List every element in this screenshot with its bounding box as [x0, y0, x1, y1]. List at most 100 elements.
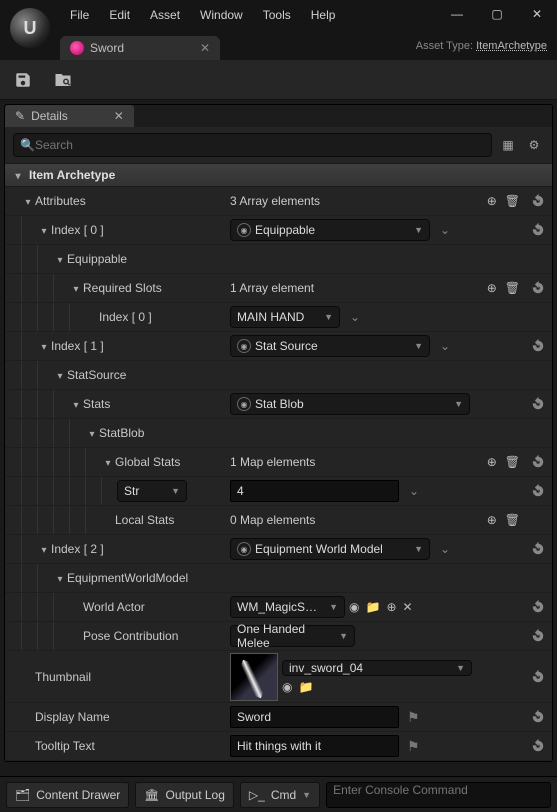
details-panel: ✎ Details ✕ 🔍 ▦ ⚙ Item Archetype Attribu… [4, 104, 553, 762]
stat-value-field[interactable] [230, 480, 399, 502]
class-icon: ◉ [237, 397, 251, 411]
caret-icon[interactable] [85, 426, 99, 440]
unreal-logo[interactable]: U [10, 8, 50, 48]
caret-icon[interactable] [53, 368, 67, 382]
menu-edit[interactable]: Edit [99, 8, 140, 22]
add-element-icon[interactable]: ⊕ [487, 281, 497, 295]
output-log-button[interactable]: 🏛 Output Log [135, 782, 234, 808]
reset-button[interactable] [524, 194, 552, 208]
maximize-button[interactable]: ▢ [477, 0, 517, 28]
chevron-down-icon[interactable]: ⌄ [409, 484, 419, 498]
local-stats-label: Local Stats [115, 513, 174, 527]
close-button[interactable]: ✕ [517, 0, 557, 28]
chevron-down-icon: ▼ [414, 341, 423, 351]
world-actor-dropdown[interactable]: WM_MagicSword ▼ [230, 596, 345, 618]
reset-button[interactable] [524, 629, 552, 643]
stat-key-dropdown[interactable]: Str ▼ [117, 480, 187, 502]
chevron-down-icon[interactable]: ⌄ [350, 310, 360, 324]
reset-button[interactable] [524, 223, 552, 237]
display-name-field[interactable] [230, 706, 399, 728]
thumbnail-image[interactable] [230, 653, 278, 701]
caret-icon[interactable] [69, 397, 83, 411]
stats-dropdown[interactable]: ◉ Stat Blob ▼ [230, 393, 470, 415]
caret-icon[interactable] [69, 281, 83, 295]
add-icon[interactable]: ⊕ [386, 600, 396, 614]
browse-button[interactable] [48, 65, 78, 95]
menu-file[interactable]: File [60, 8, 99, 22]
menu-window[interactable]: Window [190, 8, 253, 22]
add-element-icon[interactable]: ⊕ [487, 513, 497, 527]
browse-to-icon[interactable]: 📁 [365, 600, 380, 614]
caret-icon[interactable] [37, 339, 51, 353]
caret-icon[interactable] [53, 571, 67, 585]
caret-icon[interactable] [101, 455, 115, 469]
thumbnail-asset-dropdown[interactable]: inv_sword_04 ▼ [282, 660, 472, 676]
caret-icon[interactable] [21, 194, 35, 208]
minimize-button[interactable]: — [437, 0, 477, 28]
chevron-down-icon[interactable]: ⌄ [440, 223, 450, 237]
menu-help[interactable]: Help [301, 8, 346, 22]
content-drawer-button[interactable]: 🗂 Content Drawer [6, 782, 129, 808]
class-icon: ◉ [237, 339, 251, 353]
add-element-icon[interactable]: ⊕ [487, 455, 497, 469]
menu-tools[interactable]: Tools [253, 8, 301, 22]
browse-to-icon[interactable]: 📁 [298, 680, 313, 694]
reset-button[interactable] [524, 339, 552, 353]
menu-asset[interactable]: Asset [140, 8, 190, 22]
console-input-wrapper[interactable] [326, 782, 551, 808]
chevron-down-icon[interactable]: ⌄ [440, 542, 450, 556]
caret-icon[interactable] [37, 223, 51, 237]
clear-icon[interactable]: ✕ [403, 600, 413, 614]
toolbar [0, 60, 557, 100]
attributes-count: 3 Array elements [230, 194, 320, 208]
localize-flag-icon[interactable]: ⚑ [407, 738, 420, 755]
delete-element-icon[interactable]: 🗑 [505, 281, 520, 295]
pose-dropdown[interactable]: One Handed Melee ▼ [230, 625, 355, 647]
caret-icon[interactable] [53, 252, 67, 266]
save-button[interactable] [8, 65, 38, 95]
reset-button[interactable] [524, 600, 552, 614]
delete-element-icon[interactable]: 🗑 [505, 194, 520, 208]
slot-dropdown[interactable]: MAIN HAND ▼ [230, 306, 340, 328]
caret-icon[interactable] [11, 168, 25, 182]
chevron-down-icon[interactable]: ⌄ [440, 339, 450, 353]
delete-element-icon[interactable]: 🗑 [505, 455, 520, 469]
class-icon: ◉ [237, 223, 251, 237]
equippable-label: Equippable [67, 252, 127, 266]
class-dropdown[interactable]: ◉ Equippable ▼ [230, 219, 430, 241]
details-tab-close[interactable]: ✕ [114, 109, 124, 123]
delete-element-icon[interactable]: 🗑 [505, 513, 520, 527]
cmd-button[interactable]: ▷_ Cmd ▼ [240, 782, 320, 808]
required-slots-label: Required Slots [83, 281, 162, 295]
tab-sword[interactable]: Sword ✕ [60, 36, 220, 60]
class-dropdown[interactable]: ◉ Stat Source ▼ [230, 335, 430, 357]
chevron-down-icon: ▼ [339, 631, 348, 641]
tooltip-text-field[interactable] [230, 735, 399, 757]
localize-flag-icon[interactable]: ⚑ [407, 709, 420, 726]
reset-button[interactable] [524, 739, 552, 753]
details-tab[interactable]: ✎ Details ✕ [5, 105, 134, 127]
use-selected-icon[interactable]: ◉ [282, 680, 292, 694]
class-dropdown[interactable]: ◉ Equipment World Model ▼ [230, 538, 430, 560]
tab-close-icon[interactable]: ✕ [200, 41, 210, 55]
reset-button[interactable] [524, 455, 552, 469]
reset-button[interactable] [524, 542, 552, 556]
caret-icon[interactable] [37, 542, 51, 556]
asset-type-link[interactable]: ItemArchetype [476, 40, 547, 52]
reset-button[interactable] [524, 397, 552, 411]
statblob-label: StatBlob [99, 426, 144, 440]
console-input[interactable] [333, 783, 544, 797]
use-selected-icon[interactable]: ◉ [349, 600, 359, 614]
required-slots-count: 1 Array element [230, 281, 314, 295]
reset-button[interactable] [524, 670, 552, 684]
category-item-archetype[interactable]: Item Archetype [5, 163, 552, 187]
search-input[interactable] [35, 138, 485, 152]
reset-button[interactable] [524, 710, 552, 724]
settings-icon[interactable]: ⚙ [524, 135, 544, 155]
reset-button[interactable] [524, 281, 552, 295]
add-element-icon[interactable]: ⊕ [487, 194, 497, 208]
reset-button[interactable] [524, 484, 552, 498]
property-matrix-icon[interactable]: ▦ [498, 135, 518, 155]
chevron-down-icon: ▼ [302, 790, 311, 800]
search-input-wrapper[interactable]: 🔍 [13, 133, 492, 157]
